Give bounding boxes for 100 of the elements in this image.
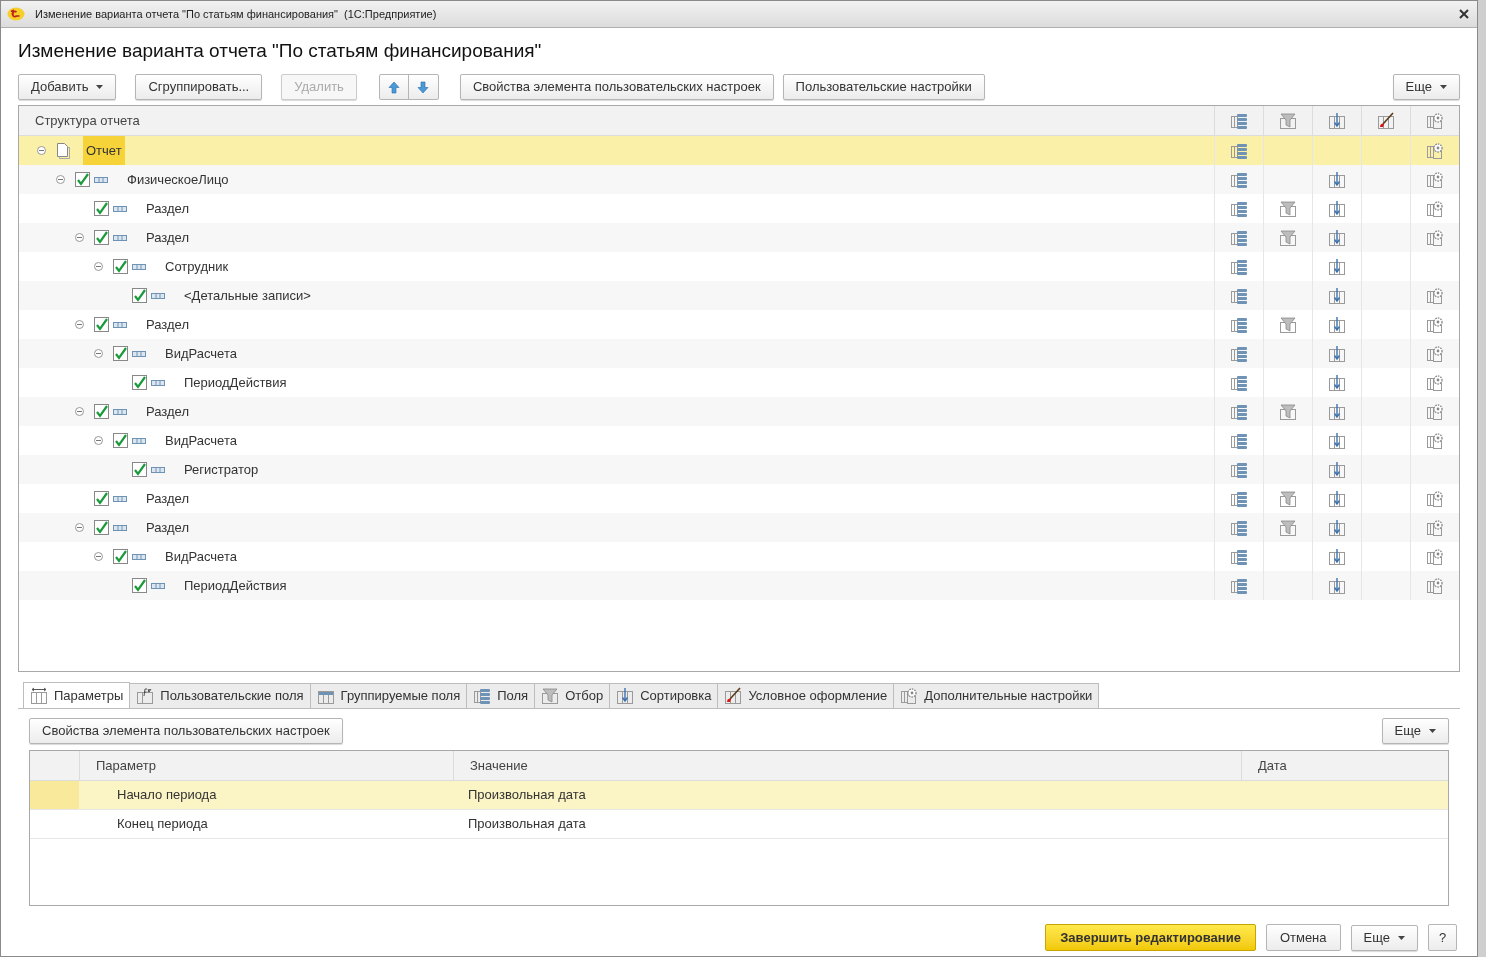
collapse-toggle[interactable] — [75, 320, 84, 329]
checkbox[interactable] — [113, 346, 128, 361]
tree-row[interactable]: ФизическоеЛицо — [19, 165, 1459, 194]
gear-icon — [1426, 518, 1444, 537]
fields-icon — [1230, 141, 1248, 160]
collapse-toggle[interactable] — [37, 146, 46, 155]
sort-icon — [1328, 170, 1346, 189]
tree-row[interactable]: Раздел — [19, 513, 1459, 542]
tree-label: Раздел — [146, 199, 189, 218]
tree-row[interactable]: <Детальные записи> — [19, 281, 1459, 310]
tree-label: ВидРасчета — [165, 547, 237, 566]
checkbox[interactable] — [113, 549, 128, 564]
gear-icon — [1426, 111, 1444, 130]
button[interactable]: Свойства элемента пользовательских настроек — [459, 74, 774, 100]
document-icon — [56, 142, 70, 159]
column-header: Параметр — [79, 751, 453, 780]
fields-icon — [1230, 576, 1248, 595]
checkbox[interactable] — [94, 491, 109, 506]
fields-icon — [1230, 431, 1248, 450]
checkbox[interactable] — [113, 433, 128, 448]
tree-label: Раздел — [146, 315, 189, 334]
brush-icon — [724, 687, 743, 705]
tab[interactable]: Пользовательские поля — [129, 683, 311, 709]
tab[interactable]: Отбор — [534, 683, 611, 709]
grouping-icon — [151, 379, 165, 386]
finish-button[interactable]: Завершить редактирование — [1045, 924, 1256, 951]
more-button[interactable]: Еще — [1350, 924, 1418, 951]
gear-icon — [1426, 199, 1444, 218]
filter-icon — [1279, 228, 1297, 247]
collapse-toggle[interactable] — [94, 349, 103, 358]
tree-row[interactable]: Отчет — [19, 136, 1459, 165]
checkbox[interactable] — [94, 230, 109, 245]
tree-label: ПериодДействия — [184, 373, 287, 392]
sort-icon — [1328, 228, 1346, 247]
fields-icon — [1230, 111, 1248, 130]
sort-icon — [1328, 315, 1346, 334]
grouping-icon — [132, 263, 146, 270]
function-icon — [136, 687, 155, 705]
gear-icon — [1426, 489, 1444, 508]
checkbox[interactable] — [132, 462, 147, 477]
tree-label: Раздел — [146, 489, 189, 508]
tree-row[interactable]: ВидРасчета — [19, 339, 1459, 368]
collapse-toggle[interactable] — [94, 262, 103, 271]
collapse-toggle[interactable] — [56, 175, 65, 184]
tree-label: ФизическоеЛицо — [127, 170, 229, 189]
gear-icon — [900, 687, 919, 705]
checkbox[interactable] — [75, 172, 90, 187]
tree-row[interactable]: Раздел — [19, 223, 1459, 252]
fields-icon — [1230, 402, 1248, 421]
fields-icon — [1230, 286, 1248, 305]
checkbox[interactable] — [94, 317, 109, 332]
checkbox[interactable] — [94, 520, 109, 535]
gear-icon — [1426, 431, 1444, 450]
collapse-toggle[interactable] — [75, 523, 84, 532]
dropdown-button[interactable]: Добавить — [18, 74, 117, 100]
collapse-toggle[interactable] — [94, 436, 103, 445]
sort-icon — [1328, 257, 1346, 276]
checkbox[interactable] — [94, 404, 109, 419]
gear-icon — [1426, 315, 1444, 334]
grouping-icon — [113, 205, 127, 212]
button[interactable]: Свойства элемента пользовательских настроек — [29, 718, 343, 744]
tree-row[interactable]: Регистратор — [19, 455, 1459, 484]
checkbox[interactable] — [132, 375, 147, 390]
tab[interactable]: Параметры — [23, 682, 131, 709]
table-cell-text: Произвольная дата — [467, 786, 587, 805]
collapse-toggle[interactable] — [75, 233, 84, 242]
table-cell-text: Произвольная дата — [467, 815, 587, 834]
fields-icon — [1230, 373, 1248, 392]
collapse-toggle[interactable] — [75, 407, 84, 416]
tab[interactable]: Условное оформление — [717, 683, 895, 709]
button[interactable]: Сгруппировать... — [135, 74, 263, 100]
gear-icon — [1426, 576, 1444, 595]
table-row[interactable]: Начало периода Произвольная дата — [30, 781, 1448, 810]
grouping-icon — [132, 553, 146, 560]
table-cell-text: Конец периода — [116, 815, 209, 834]
checkbox[interactable] — [94, 201, 109, 216]
more-button[interactable]: Еще — [1392, 74, 1460, 100]
tree-row[interactable]: Раздел — [19, 397, 1459, 426]
filter-icon — [1279, 111, 1297, 130]
checkbox[interactable] — [132, 288, 147, 303]
close-icon[interactable] — [1459, 9, 1469, 19]
tab[interactable]: Группируемые поля — [309, 683, 468, 709]
tab[interactable]: Поля — [466, 683, 536, 709]
more-button[interactable]: Еще — [1381, 718, 1449, 744]
cancel-button[interactable]: Отмена — [1265, 924, 1341, 951]
checkbox[interactable] — [132, 578, 147, 593]
checkbox[interactable] — [113, 259, 128, 274]
help-button[interactable]: ? — [1428, 924, 1457, 951]
sort-icon — [1328, 547, 1346, 566]
fields-icon — [1230, 344, 1248, 363]
filter-icon — [1279, 199, 1297, 218]
filter-icon — [1279, 518, 1297, 537]
tab[interactable]: Сортировка — [609, 683, 719, 709]
brush-icon — [1377, 111, 1395, 130]
grouping-icon — [113, 321, 127, 328]
tab[interactable]: Дополнительные настройки — [893, 683, 1100, 709]
button[interactable]: Пользовательские настройки — [782, 74, 985, 100]
collapse-toggle[interactable] — [94, 552, 103, 561]
tree-row[interactable]: ПериодДействия — [19, 571, 1459, 600]
sort-icon — [1328, 431, 1346, 450]
